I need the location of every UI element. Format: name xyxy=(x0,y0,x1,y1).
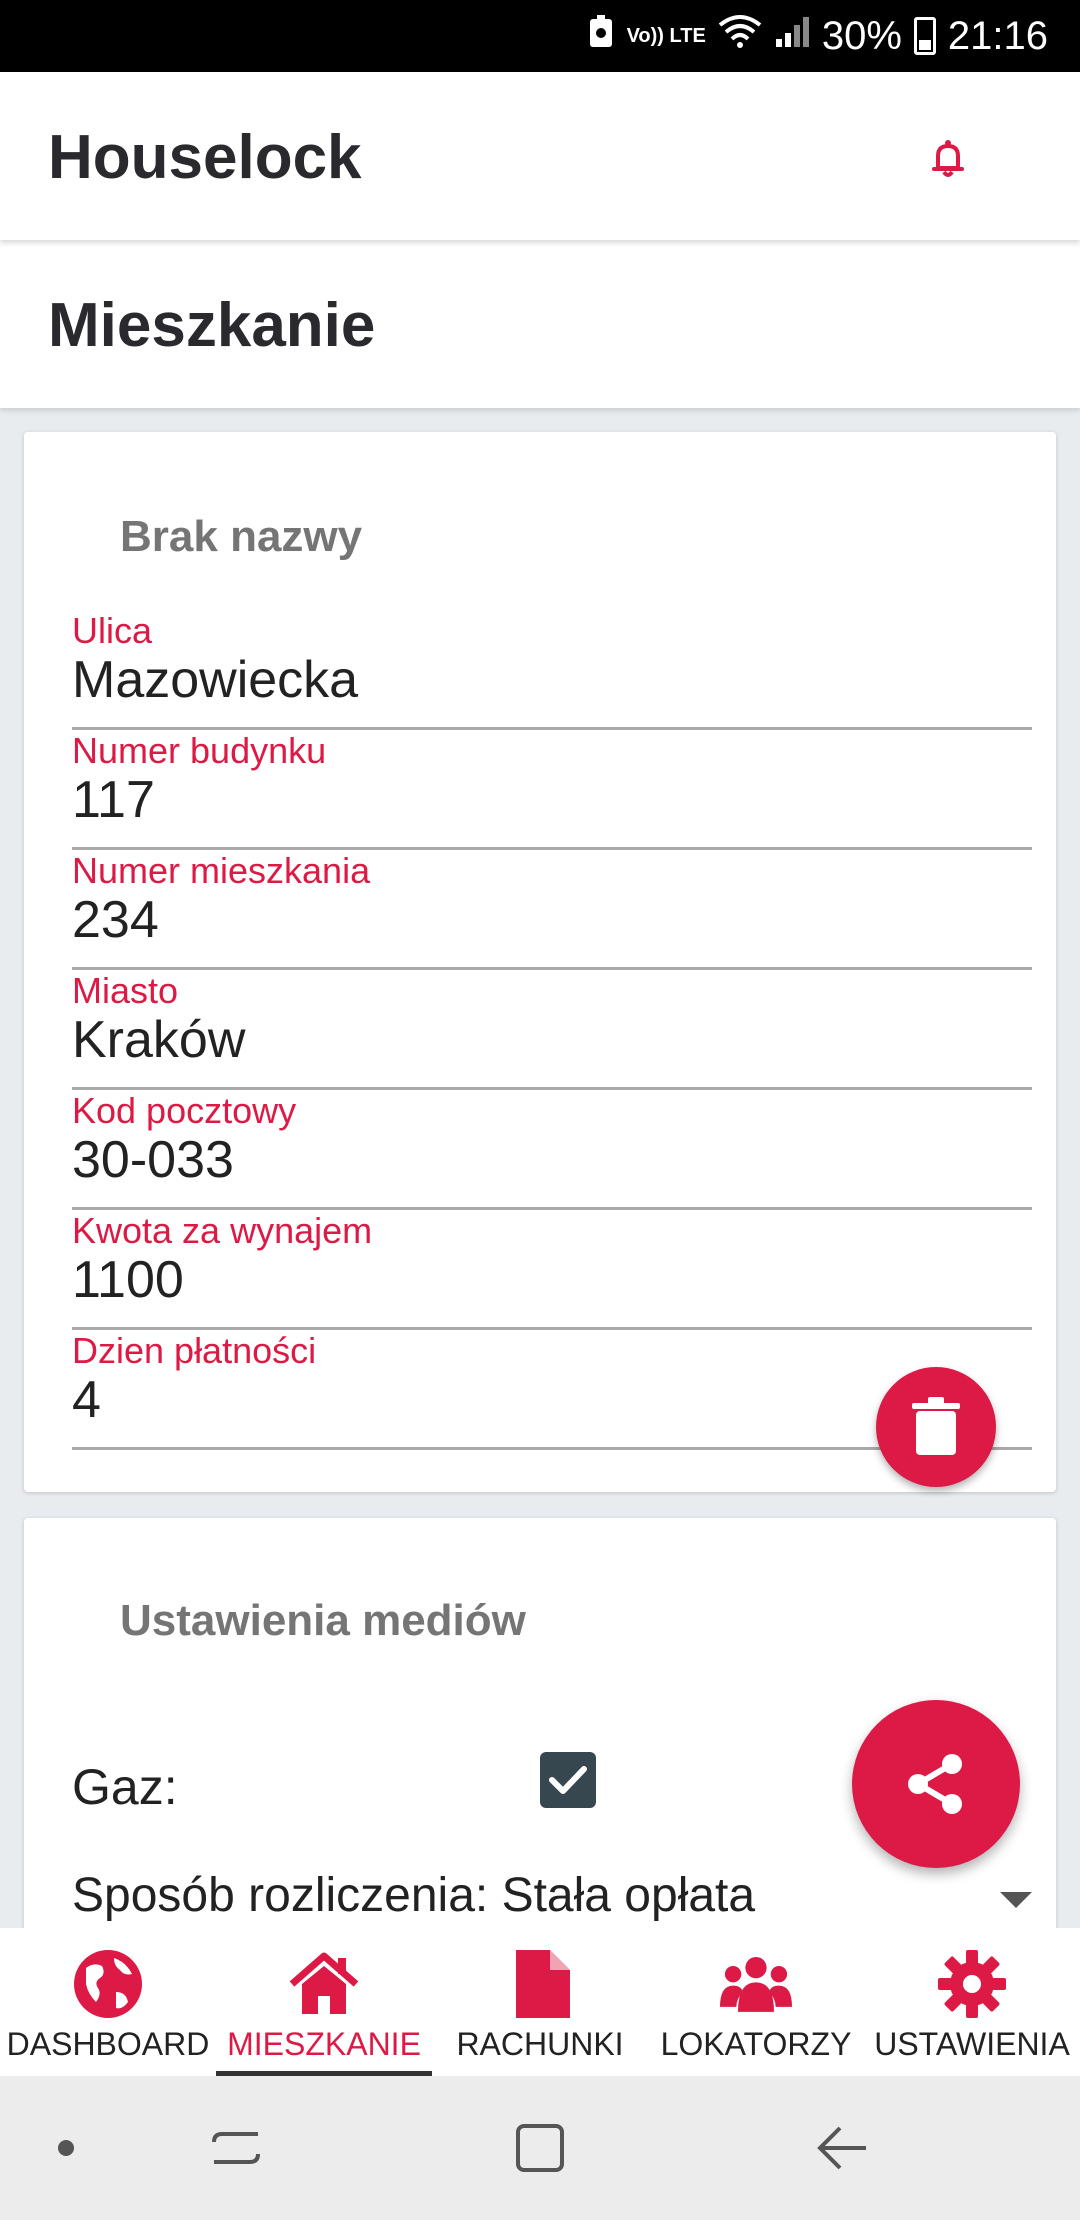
field-label: Numer budynku xyxy=(72,730,327,771)
home-button-icon[interactable] xyxy=(512,2120,568,2176)
delete-button[interactable] xyxy=(876,1367,996,1487)
gear-icon xyxy=(938,1950,1006,2018)
signal-icon xyxy=(774,13,810,59)
bottom-navigation: DASHBOARD MIESZKANIE RACHUNKI LOKATORZY xyxy=(0,1928,1080,2076)
battery-percent: 30% xyxy=(821,13,902,58)
billing-method-value: Sposób rozliczenia: Stała opłata xyxy=(72,1869,756,1922)
city-field[interactable]: Miasto Kraków xyxy=(72,970,1032,1090)
wifi-icon xyxy=(718,13,762,59)
nav-item-dashboard[interactable]: DASHBOARD xyxy=(0,1928,216,2076)
nav-label: LOKATORZY xyxy=(660,2026,852,2062)
card-title: Ustawienia mediów xyxy=(120,1596,526,1645)
home-icon xyxy=(289,1952,359,2014)
notifications-bell-icon[interactable] xyxy=(928,138,968,178)
battery-icon xyxy=(913,17,936,55)
gas-checkbox[interactable] xyxy=(540,1752,596,1808)
nav-label: DASHBOARD xyxy=(6,2026,210,2062)
back-icon[interactable] xyxy=(814,2120,870,2176)
field-label: Dzien płatności xyxy=(72,1330,317,1371)
gas-label: Gaz: xyxy=(72,1759,178,1815)
field-value: Mazowiecka xyxy=(72,651,359,709)
postal-code-field[interactable]: Kod pocztowy 30-033 xyxy=(72,1090,1032,1210)
share-icon xyxy=(908,1754,962,1814)
page-header: Mieszkanie xyxy=(0,240,1080,408)
field-value: 30-033 xyxy=(72,1131,234,1189)
nav-label: RACHUNKI xyxy=(456,2026,624,2062)
system-navigation-bar xyxy=(0,2076,1080,2220)
app-title: Houselock xyxy=(48,123,362,192)
nav-item-bills[interactable]: RACHUNKI xyxy=(432,1928,648,2076)
document-icon xyxy=(516,1950,570,2018)
field-value: 117 xyxy=(72,771,155,829)
field-value: Kraków xyxy=(72,1011,246,1069)
clock: 21:16 xyxy=(947,13,1048,58)
users-icon xyxy=(720,1957,792,2012)
field-label: Ulica xyxy=(72,610,153,651)
nav-label: MIESZKANIE xyxy=(227,2026,421,2062)
street-field[interactable]: Ulica Mazowiecka xyxy=(72,610,1032,730)
nav-item-apartment[interactable]: MIESZKANIE xyxy=(216,1928,432,2076)
checkmark-icon xyxy=(549,1766,587,1794)
field-label: Kod pocztowy xyxy=(72,1090,297,1131)
apartment-card: Brak nazwy Ulica Mazowiecka Numer budynk… xyxy=(24,432,1056,1492)
apartment-number-field[interactable]: Numer mieszkania 234 xyxy=(72,850,1032,970)
recent-apps-icon[interactable] xyxy=(208,2120,264,2176)
app-header: Houselock xyxy=(0,72,1080,240)
rent-amount-field[interactable]: Kwota za wynajem 1100 xyxy=(72,1210,1032,1330)
card-title: Brak nazwy xyxy=(120,512,363,561)
field-label: Numer mieszkania xyxy=(72,850,371,891)
globe-icon xyxy=(74,1950,142,2018)
field-label: Miasto xyxy=(72,970,179,1011)
trash-icon xyxy=(912,1397,960,1455)
field-value: 234 xyxy=(72,891,159,949)
dropdown-arrow-icon xyxy=(1000,1892,1032,1908)
share-button[interactable] xyxy=(852,1700,1020,1868)
field-label: Kwota za wynajem xyxy=(72,1210,373,1251)
volte-icon: Vo)) LTE xyxy=(626,25,706,47)
field-value: 4 xyxy=(72,1371,101,1429)
nav-item-settings[interactable]: USTAWIENIA xyxy=(864,1928,1080,2076)
data-saver-icon xyxy=(587,13,615,59)
nav-item-tenants[interactable]: LOKATORZY xyxy=(648,1928,864,2076)
dot-icon[interactable] xyxy=(58,2140,74,2156)
building-number-field[interactable]: Numer budynku 117 xyxy=(72,730,1032,850)
page-title: Mieszkanie xyxy=(48,291,376,360)
field-value: 1100 xyxy=(72,1251,184,1309)
status-bar: Vo)) LTE 30% 21:16 xyxy=(0,0,1080,72)
nav-label: USTAWIENIA xyxy=(874,2026,1070,2062)
